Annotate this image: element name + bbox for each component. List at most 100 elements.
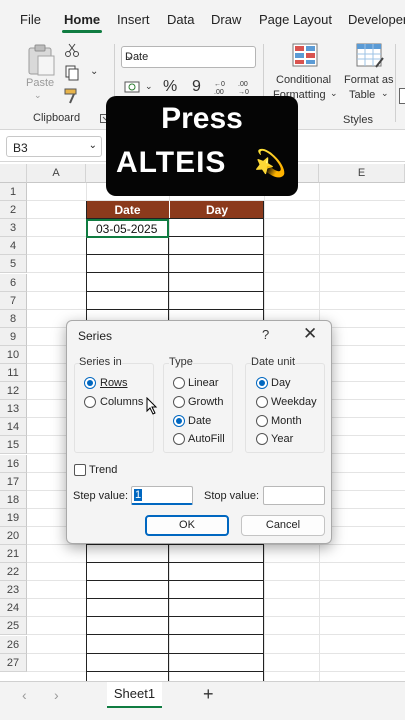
row-header-13[interactable]: 13 xyxy=(0,400,27,418)
column-header-a[interactable]: A xyxy=(27,164,86,183)
step-value-field[interactable]: 1 xyxy=(131,486,193,505)
ok-button[interactable]: OK xyxy=(145,515,229,536)
trend-checkbox[interactable] xyxy=(74,464,86,476)
trend-label[interactable]: Trend xyxy=(89,464,117,476)
menu-data[interactable]: Data xyxy=(167,12,194,27)
row-header-4[interactable]: 4 xyxy=(0,237,27,255)
accounting-chevron-icon[interactable]: ⌄ xyxy=(145,81,153,92)
menu-file[interactable]: File xyxy=(20,12,41,27)
growth-radio[interactable] xyxy=(173,396,185,408)
row-header-17[interactable]: 17 xyxy=(0,473,27,491)
copy-dropdown-chevron-icon[interactable]: ⌄ xyxy=(90,66,98,77)
date-radio[interactable] xyxy=(173,415,185,427)
row-header-18[interactable]: 18 xyxy=(0,491,27,509)
row-header-2[interactable]: 2 xyxy=(0,201,27,219)
cut-icon[interactable] xyxy=(64,42,80,58)
row-header-8[interactable]: 8 xyxy=(0,310,27,328)
sheet-tab-sheet1[interactable]: Sheet1 xyxy=(107,682,162,708)
row-header-3[interactable]: 3 xyxy=(0,219,27,237)
menu-home[interactable]: Home xyxy=(64,12,100,27)
conditional-formatting-chevron-icon[interactable]: ⌄ xyxy=(330,88,338,99)
format-as-table-line1[interactable]: Format as xyxy=(344,74,394,86)
add-sheet-icon[interactable]: + xyxy=(203,684,214,705)
step-value-label: Step value: xyxy=(73,490,129,502)
row-header-14[interactable]: 14 xyxy=(0,418,27,436)
menu-page-layout[interactable]: Page Layout xyxy=(259,12,332,27)
paste-dropdown-chevron-icon[interactable]: ⌄ xyxy=(34,90,42,101)
row-header-16[interactable]: 16 xyxy=(0,455,27,473)
year-radio[interactable] xyxy=(256,433,268,445)
row-header-25[interactable]: 25 xyxy=(0,617,27,635)
accounting-format-icon[interactable] xyxy=(124,80,142,94)
cell-b3-value[interactable]: 03-05-2025 xyxy=(96,222,157,236)
paste-label[interactable]: Paste xyxy=(26,77,54,89)
stop-value-field[interactable] xyxy=(263,486,325,505)
increase-decimal-icon[interactable]: ←0 .00 xyxy=(212,78,232,96)
scroll-left-icon[interactable]: ‹ xyxy=(22,687,27,703)
format-painter-icon[interactable] xyxy=(64,88,80,104)
sheet-tab-bar: ‹ › Sheet1 + xyxy=(0,681,405,709)
table-header-day[interactable]: Day xyxy=(169,201,264,219)
weekday-option-label[interactable]: Weekday xyxy=(271,396,317,408)
status-bar xyxy=(0,709,405,720)
weekday-radio[interactable] xyxy=(256,396,268,408)
linear-radio[interactable] xyxy=(173,377,185,389)
percent-style-icon[interactable]: % xyxy=(163,78,177,96)
day-radio[interactable] xyxy=(256,377,268,389)
conditional-formatting-icon[interactable] xyxy=(292,43,320,69)
row-header-12[interactable]: 12 xyxy=(0,382,27,400)
decrease-decimal-icon[interactable]: .00 →0 xyxy=(236,78,256,96)
autofill-radio[interactable] xyxy=(173,433,185,445)
row-header-10[interactable]: 10 xyxy=(0,346,27,364)
growth-option-label[interactable]: Growth xyxy=(188,396,223,408)
row-header-9[interactable]: 9 xyxy=(0,328,27,346)
row-header-1[interactable]: 1 xyxy=(0,183,27,201)
dialog-title: Series xyxy=(78,329,113,343)
number-format-dropdown[interactable]: Date ⌄ xyxy=(121,46,256,68)
row-header-23[interactable]: 23 xyxy=(0,581,27,599)
row-header-26[interactable]: 26 xyxy=(0,636,27,654)
linear-option-label[interactable]: Linear xyxy=(188,377,219,389)
columns-radio[interactable] xyxy=(84,396,96,408)
menu-insert[interactable]: Insert xyxy=(117,12,150,27)
row-header-21[interactable]: 21 xyxy=(0,545,27,563)
row-header-20[interactable]: 20 xyxy=(0,527,27,545)
name-box[interactable]: B3 ⌄ xyxy=(6,136,102,157)
paste-icon[interactable] xyxy=(26,43,56,77)
row-header-5[interactable]: 5 xyxy=(0,255,27,273)
format-as-table-line2[interactable]: Table xyxy=(349,89,375,101)
rows-radio[interactable] xyxy=(84,377,96,389)
comma-style-icon[interactable]: 9 xyxy=(192,78,201,96)
help-icon[interactable]: ? xyxy=(262,327,269,342)
table-header-date[interactable]: Date xyxy=(86,201,169,219)
copy-icon[interactable] xyxy=(64,65,80,81)
year-option-label[interactable]: Year xyxy=(271,433,293,445)
column-header-e[interactable]: E xyxy=(319,164,405,183)
menu-draw[interactable]: Draw xyxy=(211,12,241,27)
date-option-label[interactable]: Date xyxy=(188,415,211,427)
conditional-formatting-line1[interactable]: Conditional xyxy=(276,74,331,86)
row-header-27[interactable]: 27 xyxy=(0,654,27,672)
month-radio[interactable] xyxy=(256,415,268,427)
ribbon-separator xyxy=(395,44,396,122)
row-header-19[interactable]: 19 xyxy=(0,509,27,527)
columns-option-label[interactable]: Columns xyxy=(100,396,143,408)
row-header-24[interactable]: 24 xyxy=(0,599,27,617)
format-as-table-chevron-icon[interactable]: ⌄ xyxy=(381,88,389,99)
close-icon[interactable]: ✕ xyxy=(303,324,317,344)
row-header-7[interactable]: 7 xyxy=(0,292,27,310)
autofill-option-label[interactable]: AutoFill xyxy=(188,433,225,445)
format-as-table-icon[interactable] xyxy=(356,43,384,69)
cell-styles-icon[interactable] xyxy=(399,88,405,104)
month-option-label[interactable]: Month xyxy=(271,415,302,427)
menu-developer[interactable]: Developer xyxy=(348,12,405,27)
row-header-15[interactable]: 15 xyxy=(0,436,27,454)
select-all-corner[interactable] xyxy=(0,164,27,183)
row-header-22[interactable]: 22 xyxy=(0,563,27,581)
row-header-11[interactable]: 11 xyxy=(0,364,27,382)
scroll-right-icon[interactable]: › xyxy=(54,687,59,703)
cancel-button[interactable]: Cancel xyxy=(241,515,325,536)
row-header-6[interactable]: 6 xyxy=(0,274,27,292)
day-option-label[interactable]: Day xyxy=(271,377,291,389)
rows-option-label[interactable]: Rows xyxy=(100,377,128,389)
